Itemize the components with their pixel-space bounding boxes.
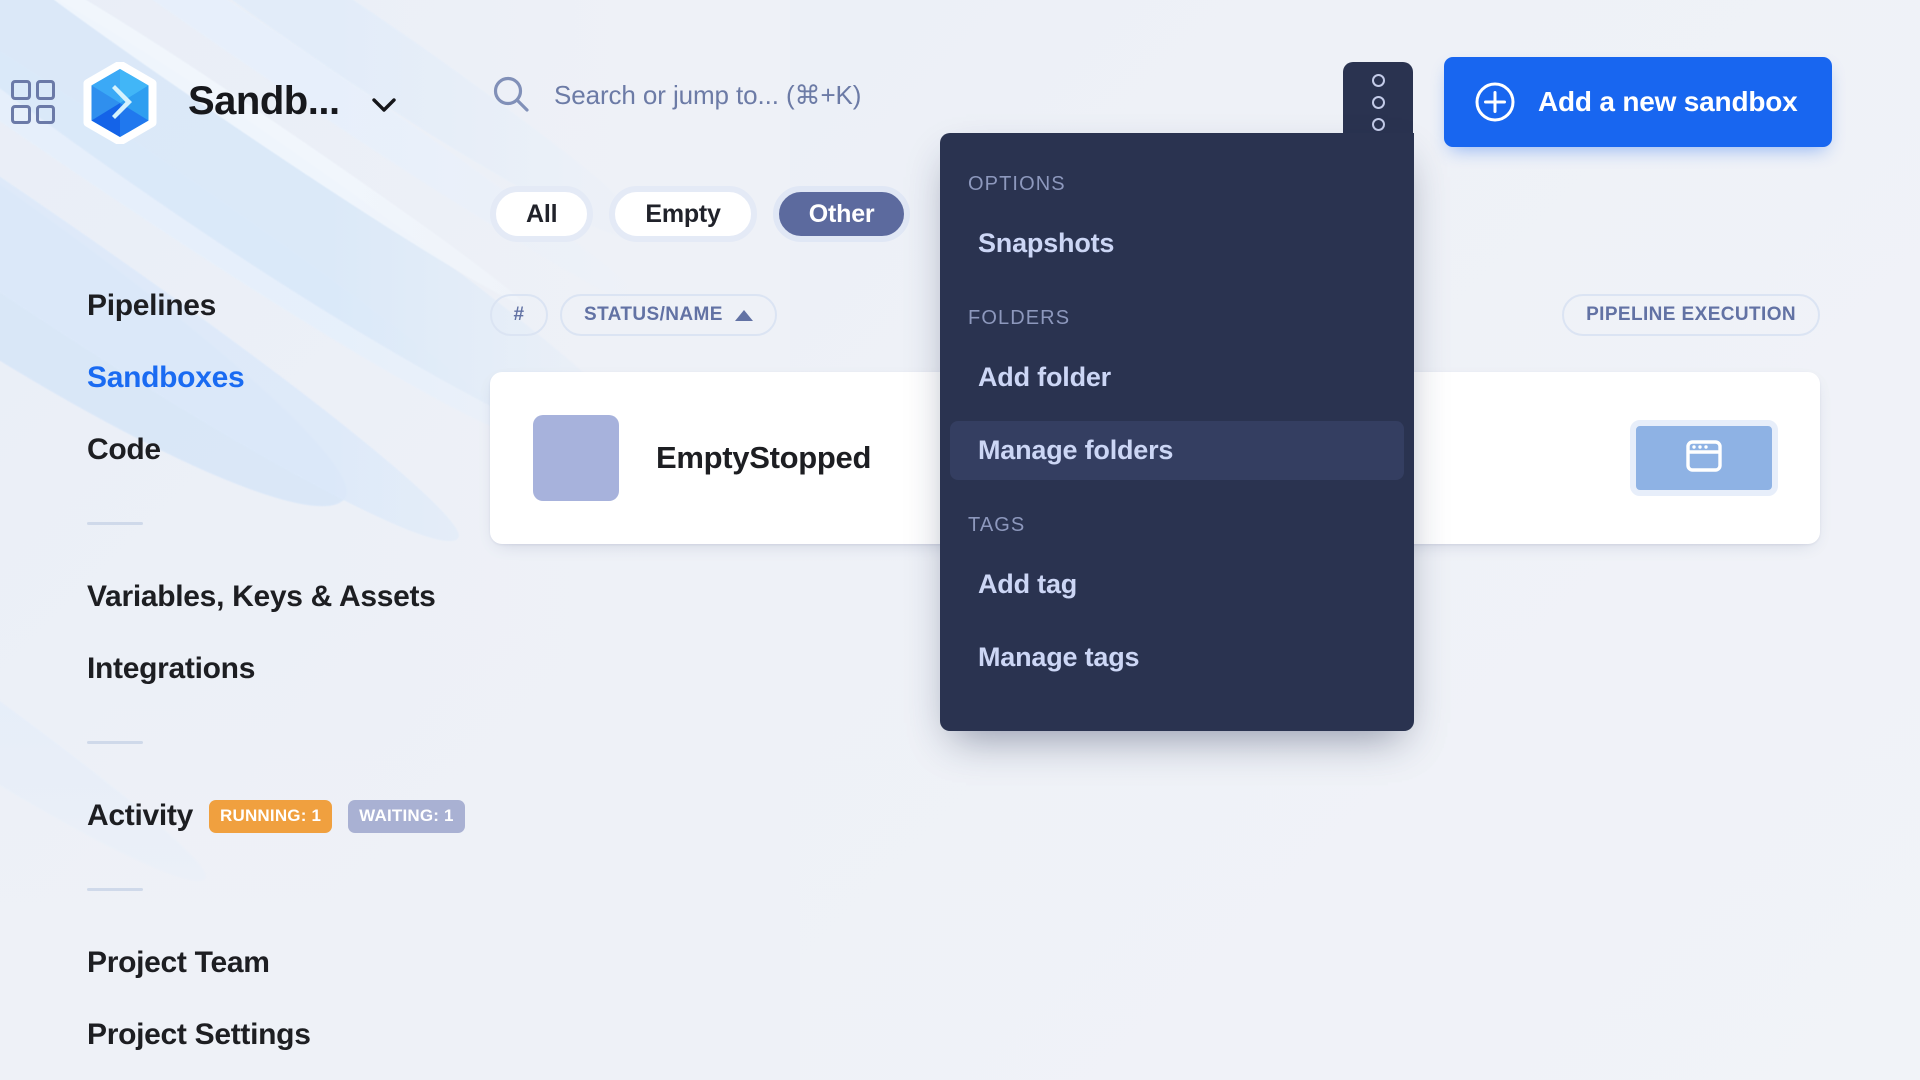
sidebar-item-label: Project Settings xyxy=(87,1018,311,1051)
sidebar-item-activity[interactable]: Activity RUNNING: 1 WAITING: 1 xyxy=(0,780,470,852)
options-dropdown-menu: OPTIONS Snapshots FOLDERS Add folder Man… xyxy=(940,133,1414,731)
chevron-down-icon[interactable] xyxy=(367,88,401,122)
menu-section-label-tags: TAGS xyxy=(968,514,1026,536)
sidebar-item-label: Sandboxes xyxy=(87,361,245,394)
status-badge-running: RUNNING: 1 xyxy=(208,799,333,833)
column-header-status-name-label: STATUS/NAME xyxy=(584,304,723,325)
column-header-number[interactable]: # xyxy=(490,294,548,336)
sidebar-divider xyxy=(87,888,143,891)
sidebar-divider xyxy=(87,741,143,744)
sidebar-divider xyxy=(87,522,143,525)
project-title[interactable]: Sandb... xyxy=(188,79,340,124)
sidebar-item-label: Variables, Keys & Assets xyxy=(87,580,436,613)
sidebar-item-label: Pipelines xyxy=(87,289,217,322)
sidebar-item-integrations[interactable]: Integrations xyxy=(0,633,470,705)
filter-pill-all[interactable]: All xyxy=(490,186,594,242)
menu-section-label-options: OPTIONS xyxy=(968,173,1066,195)
brand-logo xyxy=(79,60,161,146)
add-sandbox-label: Add a new sandbox xyxy=(1538,86,1798,117)
menu-item-add-tag[interactable]: Add tag xyxy=(950,555,1404,614)
sandbox-thumbnail xyxy=(533,415,619,501)
sidebar-item-code[interactable]: Code xyxy=(0,414,470,486)
plus-circle-icon xyxy=(1474,81,1516,123)
add-sandbox-button[interactable]: Add a new sandbox xyxy=(1444,57,1832,147)
sidebar-item-variables-keys-assets[interactable]: Variables, Keys & Assets xyxy=(0,561,470,633)
sidebar-item-sandboxes[interactable]: Sandboxes xyxy=(0,342,470,414)
menu-section-label-folders: FOLDERS xyxy=(968,307,1071,329)
menu-item-manage-folders[interactable]: Manage folders xyxy=(950,421,1404,480)
sidebar-item-label: Code xyxy=(87,433,161,466)
filter-pill-empty[interactable]: Empty xyxy=(609,186,757,242)
sandbox-name: EmptyStopped xyxy=(656,440,872,475)
sort-ascending-icon xyxy=(734,309,753,321)
menu-item-manage-tags[interactable]: Manage tags xyxy=(950,628,1404,687)
kebab-menu-icon[interactable] xyxy=(1343,62,1413,142)
column-header-status-name[interactable]: STATUS/NAME xyxy=(560,294,777,336)
sidebar-item-project-team[interactable]: Project Team xyxy=(0,927,470,999)
sidebar-nav: Pipelines Sandboxes Code Variables, Keys… xyxy=(0,270,470,1071)
menu-item-add-folder[interactable]: Add folder xyxy=(950,348,1404,407)
search-icon xyxy=(490,74,532,116)
search-placeholder: Search or jump to... (⌘+K) xyxy=(554,79,862,110)
sidebar-item-label: Integrations xyxy=(87,652,256,685)
open-browser-button[interactable] xyxy=(1630,420,1778,496)
column-header-pipeline-execution[interactable]: PIPELINE EXECUTION xyxy=(1562,294,1820,336)
sidebar-item-project-settings[interactable]: Project Settings xyxy=(0,999,470,1071)
status-badge-waiting: WAITING: 1 xyxy=(348,799,465,833)
grid-apps-icon[interactable] xyxy=(11,80,55,124)
sidebar-item-label: Project Team xyxy=(87,946,270,979)
browser-window-icon xyxy=(1682,434,1726,483)
filter-pill-other[interactable]: Other xyxy=(772,186,911,242)
menu-item-snapshots[interactable]: Snapshots xyxy=(950,214,1404,273)
sidebar-item-pipelines[interactable]: Pipelines xyxy=(0,270,470,342)
sidebar-item-label: Activity xyxy=(87,799,193,832)
search-input[interactable]: Search or jump to... (⌘+K) xyxy=(490,74,861,116)
